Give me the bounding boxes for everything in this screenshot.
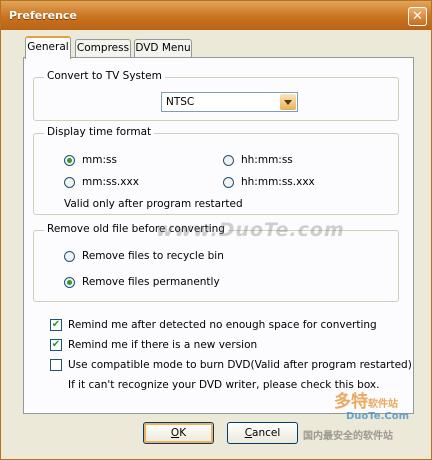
checkbox-space-reminder[interactable]: ✔ Remind me after detected no enough spa… bbox=[50, 319, 377, 331]
radio-permanently[interactable]: Remove files permanently bbox=[64, 276, 220, 288]
dropdown-button[interactable] bbox=[280, 94, 296, 110]
radio-recycle-bin-label: Remove files to recycle bin bbox=[82, 250, 224, 262]
radio-hh-mm-ss-xxx-label: hh:mm:ss.xxx bbox=[241, 176, 315, 188]
checkbox-compatible-mode-label: Use compatible mode to burn DVD(Valid af… bbox=[68, 359, 412, 371]
checkbox-checked-icon: ✔ bbox=[50, 339, 62, 351]
checkbox-space-reminder-label: Remind me after detected no enough space… bbox=[68, 319, 377, 331]
dvd-writer-note: If it can't recognize your DVD writer, p… bbox=[68, 379, 380, 391]
cancel-accel: C bbox=[244, 427, 253, 439]
radio-mm-ss-xxx[interactable]: mm:ss.xxx bbox=[64, 176, 139, 188]
watermark-tagline: 国内最安全的软件站 bbox=[303, 431, 393, 442]
radio-empty-icon bbox=[223, 176, 234, 188]
tv-system-select[interactable]: NTSC bbox=[161, 92, 298, 112]
tab-compress[interactable]: Compress bbox=[75, 39, 131, 57]
radio-selected-icon bbox=[64, 154, 75, 166]
time-format-note: Valid only after program restarted bbox=[64, 198, 243, 210]
radio-mm-ss-label: mm:ss bbox=[82, 154, 117, 166]
ok-label: K bbox=[179, 427, 187, 439]
ok-accel: O bbox=[170, 427, 180, 439]
tab-general[interactable]: General bbox=[25, 36, 71, 59]
radio-empty-icon bbox=[64, 176, 75, 188]
radio-empty-icon bbox=[223, 154, 234, 166]
radio-mm-ss-xxx-label: mm:ss.xxx bbox=[82, 176, 139, 188]
radio-selected-icon bbox=[64, 276, 75, 288]
remove-old-group: Remove old file before converting bbox=[33, 223, 399, 302]
close-icon: ✕ bbox=[412, 9, 423, 24]
radio-hh-mm-ss-xxx[interactable]: hh:mm:ss.xxx bbox=[223, 176, 315, 188]
window-title: Preference bbox=[9, 9, 77, 22]
radio-recycle-bin[interactable]: Remove files to recycle bin bbox=[64, 250, 224, 262]
radio-permanently-label: Remove files permanently bbox=[82, 276, 220, 288]
tv-system-legend: Convert to TV System bbox=[44, 70, 165, 82]
ok-button[interactable]: OK bbox=[143, 422, 214, 444]
radio-empty-icon bbox=[64, 250, 75, 262]
title-bar: Preference ✕ bbox=[1, 1, 431, 30]
tv-system-value: NTSC bbox=[166, 96, 195, 108]
checkbox-compatible-mode[interactable]: Use compatible mode to burn DVD(Valid af… bbox=[50, 359, 412, 371]
tab-dvd-menu[interactable]: DVD Menu bbox=[134, 39, 192, 57]
remove-old-legend: Remove old file before converting bbox=[44, 223, 228, 235]
close-button[interactable]: ✕ bbox=[408, 7, 427, 26]
radio-hh-mm-ss-label: hh:mm:ss bbox=[241, 154, 293, 166]
checkbox-checked-icon: ✔ bbox=[50, 319, 62, 331]
time-format-legend: Display time format bbox=[44, 126, 155, 138]
radio-hh-mm-ss[interactable]: hh:mm:ss bbox=[223, 154, 293, 166]
cancel-button[interactable]: Cancel bbox=[227, 422, 298, 444]
checkbox-empty-icon bbox=[50, 359, 62, 371]
checkbox-version-reminder-label: Remind me if there is a new version bbox=[68, 339, 258, 351]
preference-dialog: Preference ✕ General Compress DVD Menu C… bbox=[0, 0, 432, 460]
checkbox-version-reminder[interactable]: ✔ Remind me if there is a new version bbox=[50, 339, 257, 351]
radio-mm-ss[interactable]: mm:ss bbox=[64, 154, 117, 166]
chevron-down-icon bbox=[284, 100, 292, 105]
cancel-label: ancel bbox=[252, 427, 281, 439]
